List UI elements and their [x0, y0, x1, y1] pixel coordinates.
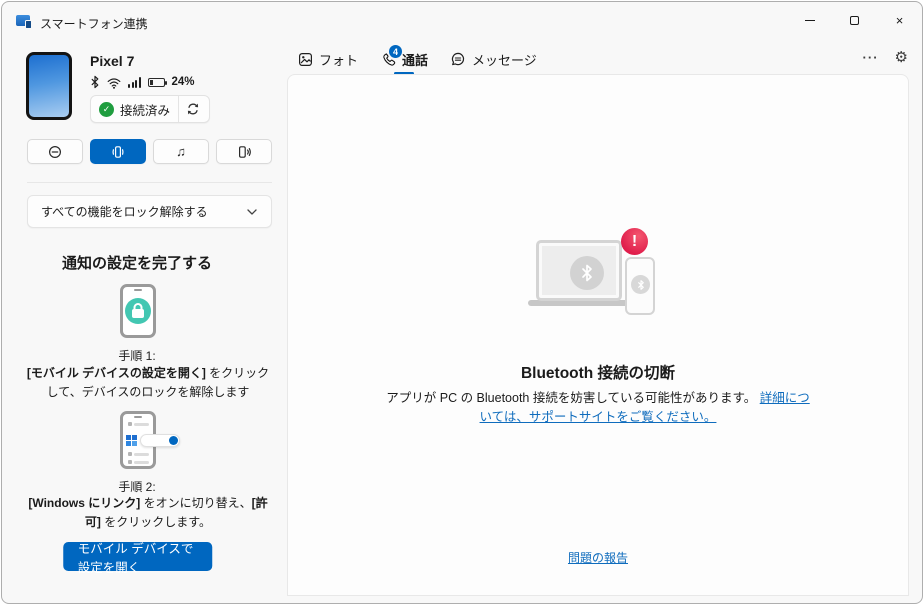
battery-percent: 24% — [172, 76, 195, 88]
step1-label: 手順 1: — [2, 347, 272, 364]
tab-calls-label: 通話 — [402, 50, 428, 69]
maximize-icon — [850, 16, 859, 25]
lock-icon — [125, 298, 151, 324]
refresh-button[interactable] — [179, 96, 207, 122]
error-description: アプリが PC の Bluetooth 接続を妨害している可能性があります。 詳… — [382, 389, 814, 428]
phone-audio-icon — [237, 145, 252, 159]
step2-text: [Windows にリンク] をオンに切り替え、[許可] をクリックします。 — [22, 494, 274, 531]
error-title: Bluetooth 接続の切断 — [288, 361, 908, 383]
cellular-signal-icon — [128, 77, 141, 88]
calls-badge: 4 — [389, 45, 402, 58]
maximize-button[interactable] — [832, 2, 877, 38]
phone-bluetooth-icon — [631, 275, 650, 294]
windows-logo-icon — [126, 435, 138, 447]
refresh-icon — [186, 102, 200, 116]
bluetooth-error-illustration: ! — [528, 228, 668, 318]
step2-label: 手順 2: — [2, 478, 272, 495]
music-note-icon: ♫ — [176, 144, 186, 159]
photos-icon — [298, 52, 313, 67]
audio-player-button[interactable]: ♫ — [153, 139, 209, 164]
report-problem-link[interactable]: 問題の報告 — [568, 551, 628, 565]
bluetooth-status-icon — [90, 75, 100, 89]
open-mobile-settings-button[interactable]: モバイル デバイスで設定を開く — [63, 542, 213, 571]
minimize-button[interactable] — [787, 2, 832, 38]
do-not-disturb-button[interactable] — [27, 139, 83, 164]
tab-messages[interactable]: メッセージ — [450, 50, 537, 69]
connection-status-label: 接続済み — [120, 100, 170, 119]
main-content-panel: ! Bluetooth 接続の切断 アプリが PC の Bluetooth 接続… — [287, 74, 909, 596]
titlebar[interactable]: スマートフォン連携 × — [2, 2, 922, 42]
step2-phone-illustration — [120, 411, 156, 469]
device-status-row: 24% — [90, 75, 195, 89]
tab-messages-label: メッセージ — [472, 50, 537, 69]
tab-photos[interactable]: フォト — [298, 50, 358, 69]
close-button[interactable]: × — [877, 2, 922, 38]
close-icon: × — [896, 14, 904, 27]
messages-icon — [450, 51, 466, 67]
app-title: スマートフォン連携 — [40, 15, 148, 32]
connection-status-card: ✓ 接続済み — [90, 95, 210, 123]
tab-photos-label: フォト — [319, 50, 358, 69]
connected-check-icon: ✓ — [99, 102, 114, 117]
sidebar: Pixel 7 24% ✓ 接続済み — [2, 42, 287, 603]
unlock-features-expander[interactable]: すべての機能をロック解除する — [27, 195, 272, 228]
do-not-disturb-icon — [48, 145, 62, 159]
tab-calls[interactable]: 4 通話 — [380, 50, 428, 69]
phone-audio-button[interactable] — [216, 139, 272, 164]
phone-vibrate-icon — [111, 145, 125, 159]
step1-phone-illustration — [120, 284, 156, 338]
minimize-icon — [805, 20, 815, 21]
link-to-windows-toggle-illustration — [126, 434, 180, 447]
phone-screen-thumbnail[interactable] — [26, 52, 72, 120]
more-options-button[interactable]: ··· — [863, 50, 879, 65]
notification-setup-heading: 通知の設定を完了する — [2, 252, 272, 273]
vibrate-mode-button[interactable] — [90, 139, 146, 164]
phone-link-window: スマートフォン連携 × Pixel 7 24% — [1, 1, 923, 604]
laptop-bluetooth-icon — [570, 256, 604, 290]
phone-device — [625, 257, 655, 315]
device-name: Pixel 7 — [90, 53, 134, 69]
settings-button[interactable]: ⚙ — [895, 48, 908, 66]
feature-tabs: フォト 4 通話 メッセージ — [298, 46, 537, 72]
chevron-down-icon — [246, 208, 258, 216]
battery-icon — [148, 78, 165, 87]
app-icon — [16, 15, 32, 29]
divider — [27, 182, 272, 183]
unlock-features-label: すべての機能をロック解除する — [41, 203, 246, 220]
error-badge-icon: ! — [621, 228, 648, 255]
wifi-status-icon — [107, 76, 121, 89]
step1-text: [モバイル デバイスの設定を開く] をクリックして、デバイスのロックを解除します — [22, 364, 274, 401]
device-feature-buttons: ♫ — [27, 139, 272, 164]
